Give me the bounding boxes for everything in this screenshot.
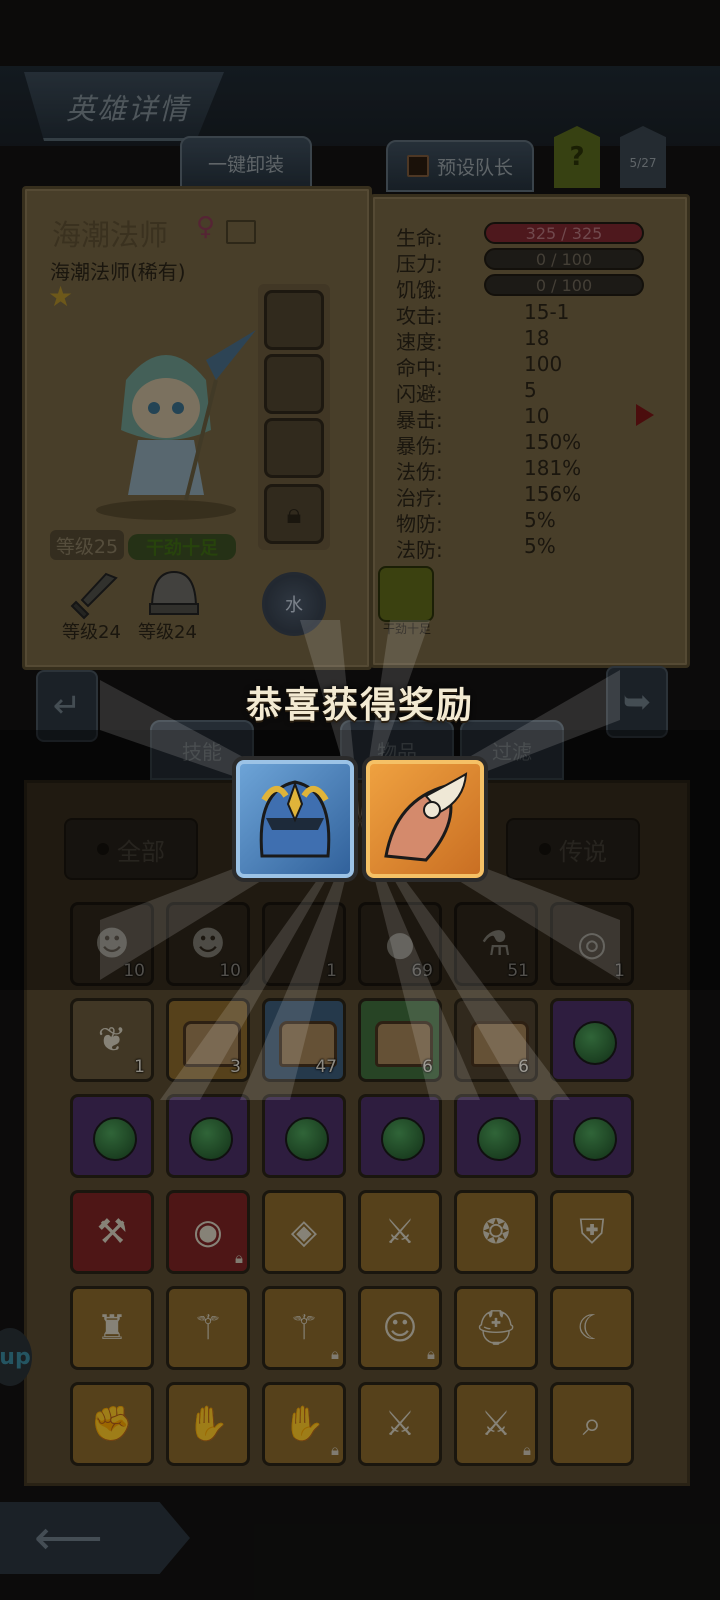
reward-title: 恭喜获得奖励 [245,685,474,726]
status-bar [0,0,720,66]
helmet-icon [259,780,331,858]
reward-item-shoulder-guard[interactable] [362,756,488,882]
shoulder-guard-icon [384,772,468,862]
reward-item-helmet[interactable] [232,756,358,882]
